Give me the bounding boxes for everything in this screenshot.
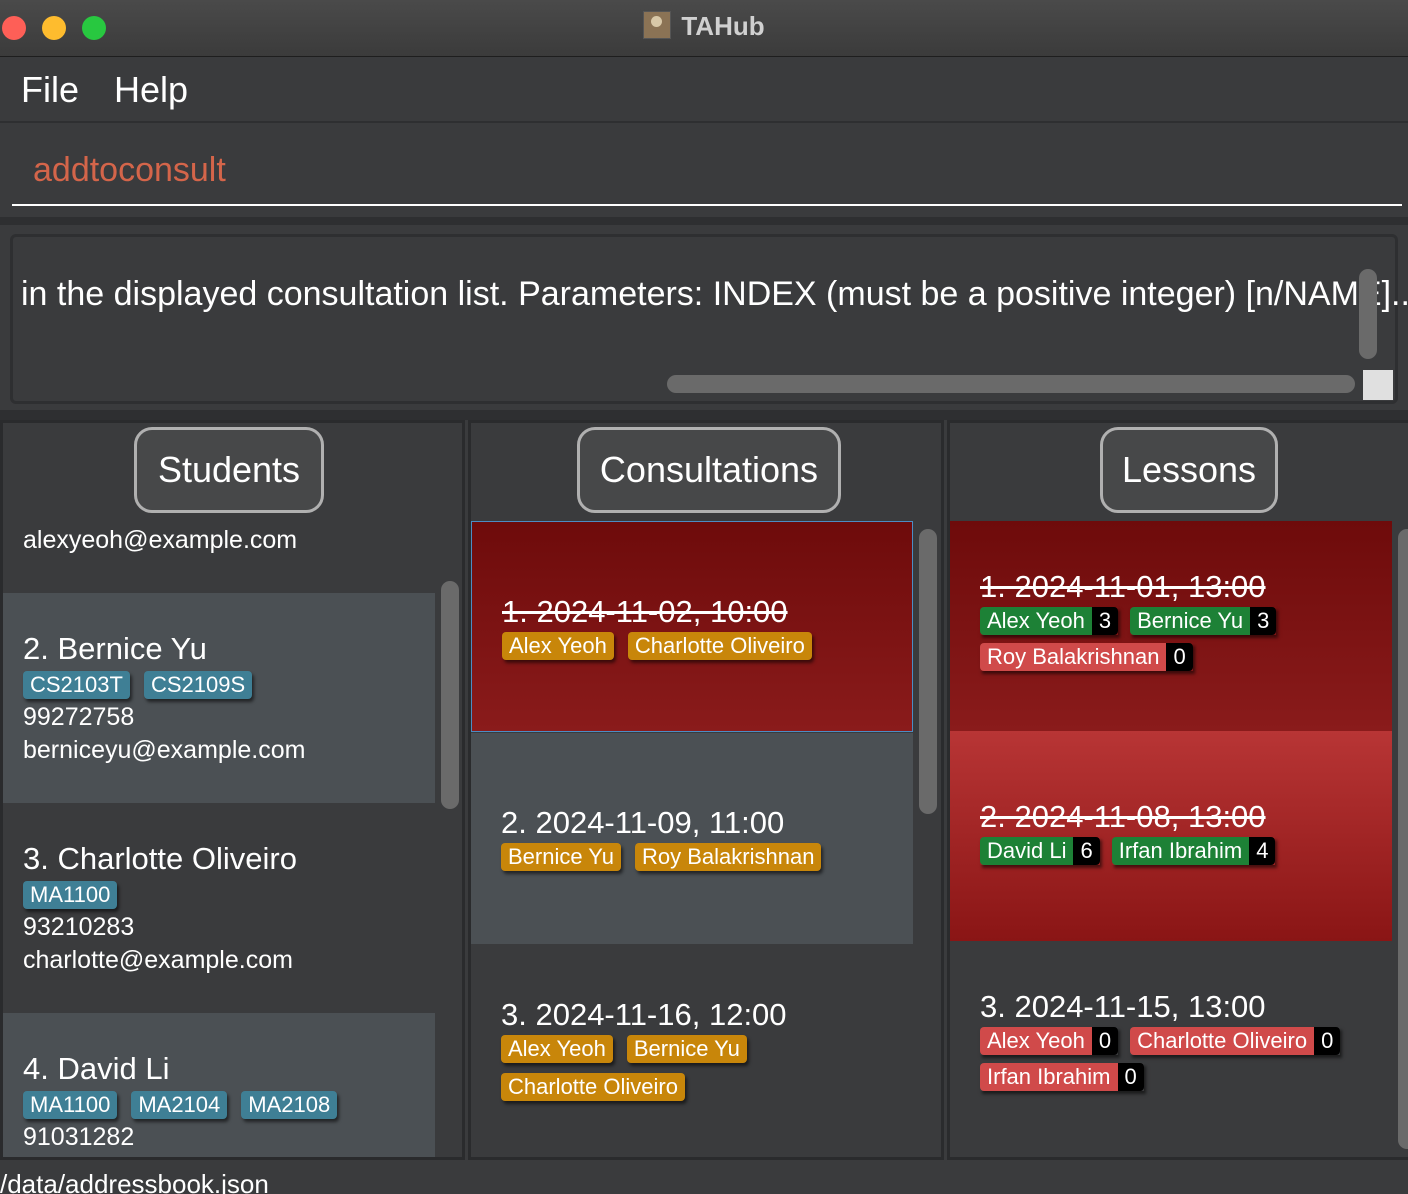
lesson-list-scrollbar[interactable] <box>1398 529 1408 1149</box>
consultation-list: 1. 2024-11-02, 10:00 Alex Yeoh Charlotte … <box>471 521 941 1157</box>
attendee-name: Irfan Ibrahim <box>980 1063 1118 1091</box>
student-phone: 91031282 <box>23 1123 135 1151</box>
attendee-name: David Li <box>980 837 1074 865</box>
lessons-panel-title: Lessons <box>1100 427 1278 513</box>
consultation-student-tag: Alex Yeoh <box>502 632 614 660</box>
consultation-title: 1. 2024-11-02, 10:00 <box>502 594 788 629</box>
attendee-tag: Alex Yeoh 3 <box>980 607 1119 635</box>
result-display: in the displayed consultation list. Para… <box>10 234 1408 404</box>
window-titlebar: TAHub <box>0 0 1408 57</box>
course-tag: CS2103T <box>23 671 130 699</box>
student-email: berniceyu@example.com <box>23 736 306 764</box>
attendee-tag: Charlotte Oliveiro 0 <box>1130 1027 1341 1055</box>
lesson-title: 1. 2024-11-01, 13:00 <box>980 569 1266 604</box>
participation-count: 0 <box>1166 643 1193 671</box>
result-message: in the displayed consultation list. Para… <box>21 275 1408 313</box>
menu-help[interactable]: Help <box>114 69 188 111</box>
status-bar: /data/addressbook.json <box>0 1160 1408 1194</box>
participation-count: 0 <box>1117 1063 1144 1091</box>
participation-count: 3 <box>1091 607 1119 635</box>
student-name: 2. Bernice Yu <box>23 631 207 666</box>
divider <box>0 410 1408 420</box>
student-email: charlotte@example.com <box>23 946 293 974</box>
attendee-name: Roy Balakrishnan <box>980 643 1167 671</box>
result-vertical-scrollbar[interactable] <box>1359 269 1377 359</box>
lessons-panel: Lessons 1. 2024-11-01, 13:00 Alex Yeoh 3 B… <box>947 420 1408 1160</box>
consultation-title: 2. 2024-11-09, 11:00 <box>501 805 785 840</box>
consultation-card[interactable]: 2. 2024-11-09, 11:00 Bernice Yu Roy Balak… <box>471 733 913 944</box>
attendee-name: Irfan Ibrahim <box>1111 837 1250 865</box>
student-phone: 99272758 <box>23 703 135 731</box>
attendee-name: Charlotte Oliveiro <box>1130 1027 1315 1055</box>
student-email: alexyeoh@example.com <box>23 526 298 554</box>
lesson-card[interactable]: 3. 2024-11-15, 13:00 Alex Yeoh 0 Charlotte… <box>950 941 1392 1151</box>
consultation-student-tag: Alex Yeoh <box>501 1035 613 1063</box>
result-horizontal-scrollbar[interactable] <box>667 375 1355 393</box>
lesson-title: 2. 2024-11-08, 13:00 <box>980 799 1266 834</box>
app-icon <box>643 11 672 39</box>
student-name: 3. Charlotte Oliveiro <box>23 841 297 876</box>
student-list: alexyeoh@example.com 2. Bernice Yu CS210… <box>3 521 462 1157</box>
consultations-panel-title: Consultations <box>577 427 841 513</box>
student-card[interactable]: 3. Charlotte Oliveiro MA1100 93210283 ch… <box>3 803 435 1013</box>
consultations-panel: Consultations 1. 2024-11-02, 10:00 Alex … <box>468 420 944 1160</box>
menu-file[interactable]: File <box>21 69 79 111</box>
participation-count: 4 <box>1249 837 1276 865</box>
course-tag: CS2109S <box>143 671 253 699</box>
consultation-student-tag: Charlotte Oliveiro <box>627 632 812 660</box>
scroll-corner <box>1363 370 1393 400</box>
student-card[interactable]: 2. Bernice Yu CS2103T CS2109S 99272758 be… <box>3 593 435 803</box>
lesson-list: 1. 2024-11-01, 13:00 Alex Yeoh 3 Bernice Y… <box>950 521 1408 1157</box>
student-name: 4. David Li <box>23 1051 170 1086</box>
students-panel-title: Students <box>134 427 324 513</box>
lesson-card[interactable]: 2. 2024-11-08, 13:00 David Li 6 Irfan Ibra… <box>950 731 1392 941</box>
consultation-title: 3. 2024-11-16, 12:00 <box>501 997 787 1032</box>
participation-count: 6 <box>1073 837 1100 865</box>
menu-bar: File Help <box>0 57 1408 123</box>
attendee-tag: David Li 6 <box>980 837 1100 865</box>
consultation-student-tag: Roy Balakrishnan <box>635 843 822 871</box>
consultation-student-tag: Bernice Yu <box>626 1035 747 1063</box>
course-tag: MA1100 <box>23 1091 118 1119</box>
data-file-path: /data/addressbook.json <box>0 1169 269 1194</box>
attendee-tag: Roy Balakrishnan 0 <box>980 643 1193 671</box>
students-panel: Students alexyeoh@example.com 2. Bernice… <box>0 420 465 1160</box>
course-tag: MA2108 <box>241 1091 338 1119</box>
attendee-name: Alex Yeoh <box>980 607 1092 635</box>
student-phone: 93210283 <box>23 913 135 941</box>
attendee-name: Bernice Yu <box>1130 607 1251 635</box>
attendee-tag: Alex Yeoh 0 <box>980 1027 1119 1055</box>
participation-count: 0 <box>1314 1027 1341 1055</box>
student-card[interactable]: 4. David Li MA1100 MA2104 MA2108 91031282 <box>3 1013 435 1157</box>
command-box: addtoconsult <box>0 123 1408 217</box>
divider <box>0 217 1408 225</box>
attendee-tag: Bernice Yu 3 <box>1130 607 1277 635</box>
course-tag: MA2104 <box>131 1091 228 1119</box>
consultation-list-scrollbar[interactable] <box>919 529 937 814</box>
attendee-tag: Irfan Ibrahim 4 <box>1111 837 1276 865</box>
lesson-card[interactable]: 1. 2024-11-01, 13:00 Alex Yeoh 3 Bernice Y… <box>950 521 1392 731</box>
participation-count: 0 <box>1091 1027 1119 1055</box>
consultation-student-tag: Charlotte Oliveiro <box>501 1073 685 1101</box>
window-title: TAHub <box>681 11 765 41</box>
participation-count: 3 <box>1250 607 1277 635</box>
course-tag: MA1100 <box>23 881 118 909</box>
command-input-underline <box>12 204 1402 206</box>
student-list-scrollbar[interactable] <box>441 581 459 809</box>
attendee-tag: Irfan Ibrahim 0 <box>980 1063 1144 1091</box>
attendee-name: Alex Yeoh <box>980 1027 1092 1055</box>
lesson-title: 3. 2024-11-15, 13:00 <box>980 989 1266 1024</box>
consultation-student-tag: Bernice Yu <box>501 843 622 871</box>
command-input[interactable]: addtoconsult <box>33 151 226 190</box>
consultation-card-selected[interactable]: 1. 2024-11-02, 10:00 Alex Yeoh Charlotte … <box>471 521 913 732</box>
consultation-card[interactable]: 3. 2024-11-16, 12:00 Alex Yeoh Bernice Yu… <box>471 945 913 1156</box>
